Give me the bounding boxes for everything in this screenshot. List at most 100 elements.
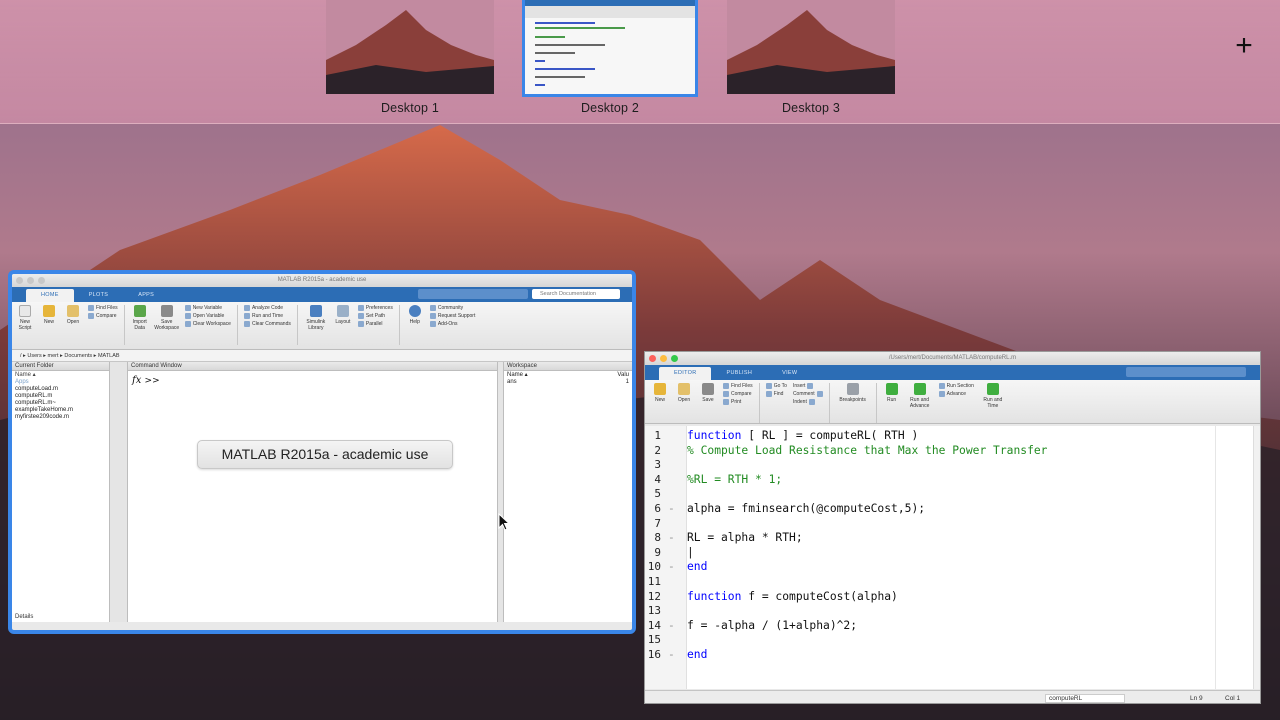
- window-controls[interactable]: [649, 355, 678, 362]
- code-line[interactable]: 2 % Compute Load Resistance that Max the …: [645, 444, 1245, 459]
- code-line[interactable]: 14- f = -alpha / (1+alpha)^2;: [645, 619, 1245, 634]
- preferences-button[interactable]: Preferences: [357, 305, 393, 311]
- minimize-button[interactable]: [27, 277, 34, 284]
- code-text[interactable]: RL = alpha * RTH;: [687, 531, 803, 546]
- clear-workspace-button[interactable]: Clear Workspace: [184, 321, 231, 327]
- space-desktop-3[interactable]: Desktop 3: [726, 0, 896, 115]
- code-line[interactable]: 1 function [ RL ] = computeRL( RTH ): [645, 429, 1245, 444]
- indent-button[interactable]: Indent: [793, 399, 823, 405]
- column-header-name[interactable]: Name ▴: [507, 372, 528, 379]
- new-variable-button[interactable]: New Variable: [184, 305, 231, 311]
- space-desktop-2[interactable]: Desktop 2: [522, 0, 698, 115]
- compare-button[interactable]: Compare: [723, 391, 753, 397]
- close-button[interactable]: [16, 277, 23, 284]
- code-line[interactable]: 12 function f = computeCost(alpha): [645, 590, 1245, 605]
- column-header-value[interactable]: Valu: [617, 372, 629, 379]
- insert-button[interactable]: Insert: [793, 383, 823, 389]
- code-text[interactable]: % Compute Load Resistance that Max the P…: [687, 444, 1047, 459]
- code-text[interactable]: function [ RL ] = computeRL( RTH ): [687, 429, 918, 444]
- tab-apps[interactable]: APPS: [123, 289, 169, 302]
- details-toggle[interactable]: Details: [15, 614, 33, 620]
- layout-button[interactable]: Layout: [334, 305, 352, 349]
- space-desktop-2-thumbnail[interactable]: [522, 0, 698, 97]
- list-item[interactable]: myfirstee209code.m: [15, 414, 106, 421]
- space-desktop-1[interactable]: Desktop 1: [325, 0, 495, 115]
- tab-publish[interactable]: PUBLISH: [711, 367, 767, 380]
- import-data-button[interactable]: Import Data: [131, 305, 149, 349]
- add-ons-button[interactable]: Add-Ons: [429, 321, 476, 327]
- go-to-button[interactable]: Go To: [765, 383, 787, 389]
- code-text[interactable]: |: [687, 546, 694, 561]
- tab-plots[interactable]: PLOTS: [74, 289, 124, 302]
- code-text[interactable]: end: [687, 648, 707, 663]
- code-editor[interactable]: 1 function [ RL ] = computeRL( RTH ) 2 % Co…: [645, 426, 1260, 689]
- tab-home[interactable]: HOME: [26, 289, 74, 302]
- new-script-button[interactable]: New Script: [16, 305, 34, 349]
- editor-scrollbar[interactable]: [1253, 426, 1260, 689]
- code-line[interactable]: 9 |: [645, 546, 1245, 561]
- run-and-advance-button[interactable]: Run and Advance: [907, 383, 933, 423]
- community-button[interactable]: Community: [429, 305, 476, 311]
- executable-line-marker[interactable]: -: [668, 531, 675, 546]
- executable-line-marker[interactable]: -: [668, 619, 675, 634]
- matlab-editor-window[interactable]: /Users/mert/Documents/MATLAB/computeRL.m…: [644, 351, 1261, 704]
- current-function-field[interactable]: computeRL: [1045, 694, 1125, 703]
- new-button[interactable]: New: [40, 305, 58, 349]
- simulink-library-button[interactable]: Simulink Library: [304, 305, 328, 349]
- zoom-button[interactable]: [671, 355, 678, 362]
- open-button[interactable]: Open: [675, 383, 693, 423]
- code-line[interactable]: 6- alpha = fminsearch(@computeCost,5);: [645, 502, 1245, 517]
- list-item[interactable]: computeRL.m: [15, 393, 106, 400]
- compare-button[interactable]: Compare: [88, 313, 118, 319]
- find-files-button[interactable]: Find Files: [88, 305, 118, 311]
- table-row[interactable]: ans 1: [507, 379, 629, 386]
- tab-editor[interactable]: EDITOR: [659, 367, 712, 380]
- minimize-button[interactable]: [660, 355, 667, 362]
- print-button[interactable]: Print: [723, 399, 753, 405]
- code-text[interactable]: %RL = RTH * 1;: [687, 473, 782, 488]
- column-header-name[interactable]: Name ▴: [15, 372, 106, 379]
- space-desktop-3-thumbnail[interactable]: [727, 0, 895, 94]
- search-documentation-input[interactable]: Search Documentation: [532, 289, 620, 299]
- space-desktop-1-thumbnail[interactable]: [326, 0, 494, 94]
- list-item[interactable]: computeLoad.m: [15, 386, 106, 393]
- code-line[interactable]: 11: [645, 575, 1245, 590]
- run-button[interactable]: Run: [883, 383, 901, 423]
- parallel-button[interactable]: Parallel: [357, 321, 393, 327]
- close-button[interactable]: [649, 355, 656, 362]
- code-text[interactable]: alpha = fminsearch(@computeCost,5);: [687, 502, 925, 517]
- save-button[interactable]: Save: [699, 383, 717, 423]
- panel-splitter[interactable]: [110, 362, 128, 622]
- zoom-button[interactable]: [38, 277, 45, 284]
- find-button[interactable]: Find: [765, 391, 787, 397]
- tab-view[interactable]: VIEW: [767, 367, 812, 380]
- comment-button[interactable]: Comment: [793, 391, 823, 397]
- code-line[interactable]: 16- end: [645, 648, 1245, 663]
- open-button[interactable]: Open: [64, 305, 82, 349]
- code-line[interactable]: 13: [645, 604, 1245, 619]
- add-space-button[interactable]: +: [1230, 31, 1258, 61]
- main-window-titlebar[interactable]: MATLAB R2015a - academic use: [12, 274, 632, 287]
- workspace-panel[interactable]: Workspace Name ▴ Valu ans 1: [504, 362, 632, 622]
- code-text[interactable]: function f = computeCost(alpha): [687, 590, 898, 605]
- command-prompt[interactable]: fx >>: [128, 371, 497, 390]
- analyze-code-button[interactable]: Analyze Code: [243, 305, 291, 311]
- code-line[interactable]: 8- RL = alpha * RTH;: [645, 531, 1245, 546]
- window-controls[interactable]: [16, 277, 45, 284]
- code-line[interactable]: 5: [645, 487, 1245, 502]
- new-button[interactable]: New: [651, 383, 669, 423]
- current-folder-panel[interactable]: Current Folder Name ▴ Apps computeLoad.m…: [12, 362, 110, 622]
- code-line[interactable]: 4 %RL = RTH * 1;: [645, 473, 1245, 488]
- breakpoints-button[interactable]: Breakpoints: [836, 383, 870, 423]
- code-text[interactable]: end: [687, 560, 707, 575]
- find-files-button[interactable]: Find Files: [723, 383, 753, 389]
- open-variable-button[interactable]: Open Variable: [184, 313, 231, 319]
- matlab-main-window[interactable]: MATLAB R2015a - academic use HOME PLOTS …: [8, 270, 636, 634]
- save-workspace-button[interactable]: Save Workspace: [154, 305, 179, 349]
- set-path-button[interactable]: Set Path: [357, 313, 393, 319]
- command-window-panel[interactable]: Command Window fx >>: [128, 362, 498, 622]
- run-section-button[interactable]: Run Section: [938, 383, 974, 389]
- code-line[interactable]: 15: [645, 633, 1245, 648]
- code-line[interactable]: 10- end: [645, 560, 1245, 575]
- code-text[interactable]: f = -alpha / (1+alpha)^2;: [687, 619, 857, 634]
